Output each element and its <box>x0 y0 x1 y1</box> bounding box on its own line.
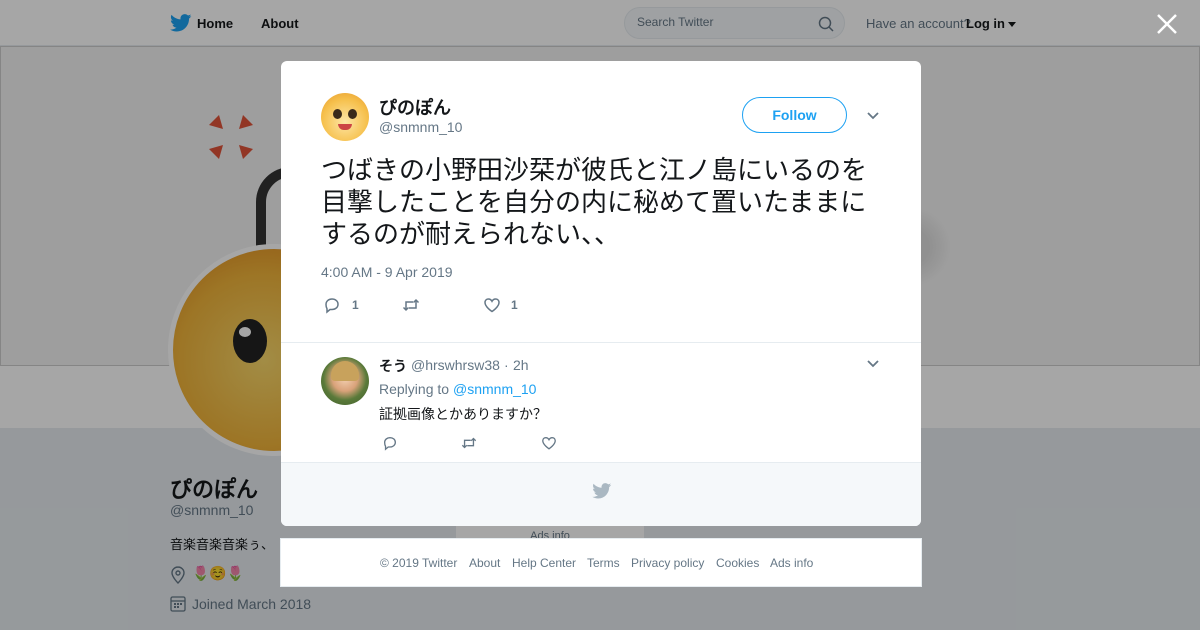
footer-link-terms[interactable]: Terms <box>587 556 620 570</box>
reply-icon[interactable] <box>382 435 398 451</box>
reply-time[interactable]: 2h <box>513 357 529 373</box>
footer-copyright: © 2019 Twitter <box>380 556 458 570</box>
reply-separator: · <box>504 357 509 373</box>
like-count: 1 <box>511 298 518 312</box>
heart-icon <box>484 298 500 313</box>
reply-author-handle[interactable]: @hrswhrsw38 <box>411 357 500 373</box>
avatar-hair <box>331 361 359 381</box>
heart-icon[interactable] <box>541 435 557 451</box>
reply-icon <box>325 298 339 314</box>
tweet-text: つばきの小野田沙栞が彼氏と江ノ島にいるのを目撃したことを自分の内に秘めて置いたま… <box>321 156 868 250</box>
tweet-modal: ぴのぽん @snmnm_10 Follow つばきの小野田沙栞が彼氏と江ノ島にい… <box>281 61 921 526</box>
replying-to-label: Replying to <box>379 381 450 397</box>
reply-author-avatar[interactable] <box>321 357 369 405</box>
tweet-author-avatar[interactable] <box>321 93 369 141</box>
avatar-eye-left <box>333 109 342 119</box>
reply-text: 証拠画像とかありますか？ <box>379 407 547 423</box>
footer-link-cookies[interactable]: Cookies <box>716 556 759 570</box>
tweet-timestamp[interactable]: 4:00 AM - 9 Apr 2019 <box>321 264 453 280</box>
reply-count: 1 <box>352 298 359 312</box>
close-icon[interactable] <box>1155 12 1179 36</box>
retweet-icon[interactable] <box>461 435 477 451</box>
follow-button[interactable]: Follow <box>742 97 847 133</box>
chevron-down-icon[interactable] <box>866 111 880 121</box>
footer-link-privacy[interactable]: Privacy policy <box>631 556 704 570</box>
footer-link-help-center[interactable]: Help Center <box>512 556 576 570</box>
retweet-action[interactable] <box>402 296 422 314</box>
chevron-down-icon[interactable] <box>866 359 880 369</box>
divider <box>281 342 921 343</box>
footer-link-about[interactable]: About <box>469 556 500 570</box>
reply-action[interactable] <box>323 296 343 314</box>
twitter-bird-icon <box>592 483 612 499</box>
tweet-author-handle[interactable]: @snmnm_10 <box>379 119 462 135</box>
replying-to-link[interactable]: @snmnm_10 <box>453 381 536 397</box>
like-action[interactable] <box>483 296 503 314</box>
modal-footer <box>281 462 921 526</box>
tweet-author-name[interactable]: ぴのぽん <box>379 94 451 120</box>
footer-links: © 2019 Twitter About Help Center Terms P… <box>280 538 922 587</box>
retweet-icon <box>402 298 420 312</box>
avatar-eye-right <box>348 109 357 119</box>
footer-link-ads-info[interactable]: Ads info <box>770 556 813 570</box>
avatar-mouth <box>338 124 352 130</box>
reply-author-name[interactable]: そう <box>379 356 407 376</box>
